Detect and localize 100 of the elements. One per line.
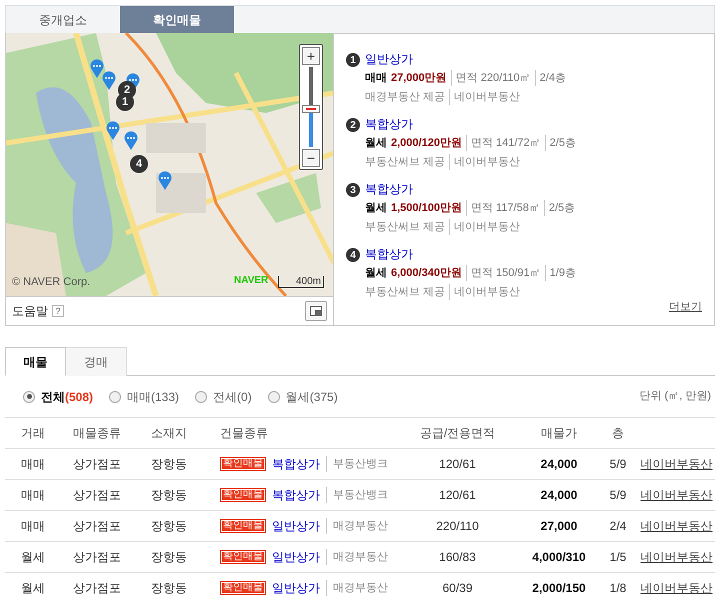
building-type-link[interactable]: 일반상가 — [272, 517, 320, 535]
listing-floor: 2/4층 — [534, 70, 566, 86]
help-icon[interactable]: ? — [52, 305, 64, 317]
table-cell-text: 상가점포 — [72, 549, 122, 566]
minimap-button[interactable] — [305, 301, 327, 321]
table-cell-text: 장항동 — [150, 549, 188, 566]
table-cell-text: 상가점포 — [72, 487, 122, 504]
trade-type: 매매 — [365, 71, 387, 86]
agency-text: 매경부동산 — [326, 548, 388, 566]
listing-floor: 2/5층 — [544, 200, 576, 216]
source-text: 네이버부동산 — [449, 219, 520, 235]
tab[interactable]: 경매 — [66, 347, 127, 376]
table-cell-text: 장항동 — [150, 456, 188, 473]
table-cell-text: 27,000 — [540, 518, 578, 535]
filter-label: 매매(133) — [127, 388, 180, 406]
building-type-link[interactable]: 일반상가 — [272, 579, 320, 597]
radio-button[interactable] — [195, 390, 208, 402]
listing-price: 1,500/100만원 — [391, 201, 462, 216]
agency-text: 매경부동산 — [326, 580, 388, 596]
source-link[interactable]: 네이버부동산 — [638, 486, 715, 504]
listing-price: 27,000만원 — [391, 71, 447, 86]
table-cell-text: 장항동 — [150, 518, 188, 535]
table-cell-text: 매매 — [20, 456, 46, 473]
listing-price: 6,000/340만원 — [391, 266, 462, 281]
verified-badge: 확인매물 — [220, 488, 266, 502]
provider-text: 부동산써브 제공 — [365, 220, 446, 235]
radio-button[interactable] — [109, 390, 122, 402]
table-cell-text: 120/61 — [438, 487, 477, 504]
unit-label: 단위 (㎡, 만원) — [640, 389, 711, 404]
source-text: 네이버부동산 — [449, 89, 520, 105]
listing-title-link[interactable]: 일반상가 — [365, 51, 413, 67]
table-cell-text: 2,000/150 — [531, 580, 587, 597]
table-cell-text: 매매 — [20, 487, 46, 504]
table-cell-text: 상가점포 — [72, 580, 122, 597]
listing-title-link[interactable]: 복합상가 — [365, 181, 413, 197]
listing-title-link[interactable]: 복합상가 — [365, 116, 413, 132]
number-badge: 4 — [346, 248, 360, 262]
verified-badge: 확인매물 — [220, 457, 266, 471]
tab[interactable]: 매물 — [5, 347, 66, 376]
verified-badge: 확인매물 — [220, 550, 266, 564]
table-cell-text: 1/5 — [608, 549, 628, 566]
filter-label: 전세(0) — [213, 388, 252, 406]
radio-button[interactable] — [23, 390, 35, 402]
provider-text: 매경부동산 제공 — [365, 90, 446, 105]
filter-label: 전체(508) — [41, 388, 94, 406]
table-cell-text: 1/8 — [608, 580, 628, 597]
source-link[interactable]: 네이버부동산 — [638, 548, 715, 566]
provider-text: 부동산써브 제공 — [365, 155, 446, 170]
copyright-text: © NAVER Corp. — [12, 274, 90, 290]
map-logo: NAVER — [234, 274, 268, 288]
table-cell-text: 상가점포 — [72, 456, 122, 473]
verified-badge: 확인매물 — [220, 581, 266, 595]
table-cell-text: 24,000 — [540, 487, 578, 504]
table-cell-text: 장항동 — [150, 487, 188, 504]
zoom-control[interactable]: + − — [299, 44, 323, 170]
listing-floor: 1/9층 — [544, 265, 576, 281]
column-header: 건물종류 — [219, 425, 269, 442]
column-header: 거래 — [20, 425, 46, 442]
table-cell-text: 120/61 — [438, 456, 477, 473]
zoom-out-button[interactable]: − — [302, 149, 320, 167]
agency-text: 부동산뱅크 — [326, 456, 388, 472]
table-cell-text: 5/9 — [608, 456, 628, 473]
trade-type: 월세 — [365, 266, 387, 281]
tab[interactable]: 확인매물 — [120, 6, 234, 33]
tab[interactable]: 중개업소 — [6, 6, 120, 33]
number-badge: 3 — [346, 183, 360, 197]
listing-title-link[interactable]: 복합상가 — [365, 246, 413, 262]
number-badge: 1 — [346, 53, 360, 67]
listing-price: 2,000/120만원 — [391, 136, 462, 151]
table-cell-text: 5/9 — [608, 487, 628, 504]
column-header: 공급/전용면적 — [418, 425, 496, 442]
table-cell-text: 월세 — [20, 580, 46, 597]
table-cell-text: 220/110 — [435, 518, 480, 535]
listing-area: 면적 220/110㎡ — [450, 70, 531, 86]
zoom-in-button[interactable]: + — [302, 47, 320, 65]
filter-label: 월세(375) — [286, 388, 338, 406]
scale-bar: 400m — [278, 276, 324, 288]
building-type-link[interactable]: 복합상가 — [272, 486, 320, 504]
table-cell-text: 2/4 — [608, 518, 628, 535]
table-cell-text: 160/83 — [438, 549, 477, 566]
listing-area: 면적 117/58㎡ — [466, 200, 540, 216]
listing-area: 면적 150/91㎡ — [466, 265, 541, 281]
help-label: 도움말 — [12, 303, 48, 320]
zoom-handle[interactable] — [302, 105, 320, 114]
source-text: 네이버부동산 — [449, 284, 520, 300]
building-type-link[interactable]: 복합상가 — [272, 455, 320, 473]
more-link[interactable]: 더보기 — [669, 298, 702, 315]
table-cell-text: 매매 — [20, 518, 46, 535]
column-header: 매물종류 — [72, 425, 122, 442]
agency-text: 매경부동산 — [326, 518, 388, 534]
radio-button[interactable] — [268, 390, 280, 402]
listing-floor: 2/5층 — [544, 135, 576, 151]
source-link[interactable]: 네이버부동산 — [638, 517, 715, 535]
agency-text: 부동산뱅크 — [326, 486, 388, 504]
listing-area: 면적 141/72㎡ — [466, 135, 541, 151]
source-link[interactable]: 네이버부동산 — [638, 455, 715, 473]
column-header: 매물가 — [540, 425, 578, 442]
verified-badge: 확인매물 — [220, 519, 266, 533]
building-type-link[interactable]: 일반상가 — [272, 548, 320, 566]
source-link[interactable]: 네이버부동산 — [638, 579, 715, 597]
